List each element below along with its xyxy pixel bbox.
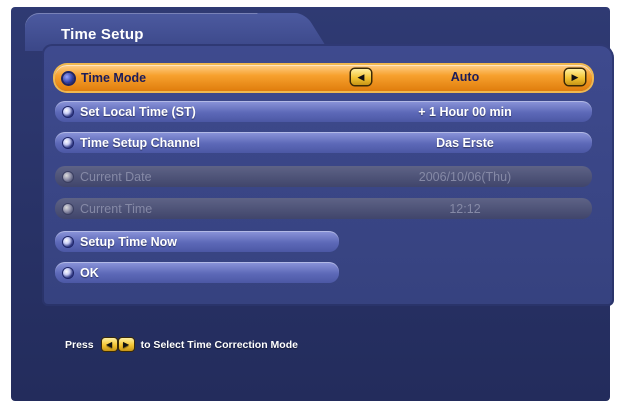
help-hint: Press ◀ ▶ to Select Time Correction Mode bbox=[65, 338, 298, 351]
setup-time-now-label: Setup Time Now bbox=[80, 234, 178, 249]
current-time-label: Current Time bbox=[80, 201, 153, 216]
bullet-icon bbox=[63, 267, 73, 278]
press-text: Press bbox=[65, 338, 94, 351]
bullet-icon bbox=[63, 137, 73, 148]
set-local-time-row[interactable]: Set Local Time (ST) + 1 Hour 00 min bbox=[55, 101, 592, 122]
hint-text: to Select Time Correction Mode bbox=[140, 338, 298, 351]
current-date-value: 2006/10/06(Thu) bbox=[418, 169, 512, 184]
set-local-time-label: Set Local Time (ST) bbox=[80, 104, 196, 119]
bullet-icon bbox=[63, 72, 74, 84]
time-setup-channel-row[interactable]: Time Setup Channel Das Erste bbox=[55, 132, 592, 153]
time-mode-value: Auto bbox=[450, 70, 480, 84]
time-mode-row[interactable]: Time Mode ◀ Auto ▶ bbox=[55, 65, 592, 91]
current-time-value: 12:12 bbox=[449, 201, 481, 216]
settings-panel: Time Mode ◀ Auto ▶ Set Local Time (ST) +… bbox=[42, 44, 614, 306]
setup-time-now-button[interactable]: Setup Time Now bbox=[55, 231, 339, 252]
time-setup-channel-value: Das Erste bbox=[436, 135, 494, 150]
bullet-icon bbox=[63, 171, 73, 182]
right-key-icon: ▶ bbox=[118, 338, 134, 351]
bullet-icon bbox=[63, 236, 73, 247]
set-local-time-value: + 1 Hour 00 min bbox=[418, 104, 512, 119]
tv-screen: Time Setup Time Mode ◀ Auto ▶ Set Local … bbox=[11, 7, 614, 401]
bullet-icon bbox=[63, 203, 73, 214]
current-time-row: Current Time 12:12 bbox=[55, 198, 592, 219]
ok-button[interactable]: OK bbox=[55, 262, 339, 283]
current-date-row: Current Date 2006/10/06(Thu) bbox=[55, 166, 592, 187]
page-title: Time Setup bbox=[61, 26, 144, 43]
bullet-icon bbox=[63, 106, 73, 117]
current-date-label: Current Date bbox=[80, 169, 152, 184]
ok-label: OK bbox=[80, 265, 99, 280]
left-key-icon: ◀ bbox=[101, 338, 117, 351]
time-setup-channel-label: Time Setup Channel bbox=[80, 135, 200, 150]
time-mode-label: Time Mode bbox=[81, 71, 147, 85]
right-arrow-icon[interactable]: ▶ bbox=[565, 69, 585, 85]
left-arrow-icon[interactable]: ◀ bbox=[351, 69, 371, 85]
